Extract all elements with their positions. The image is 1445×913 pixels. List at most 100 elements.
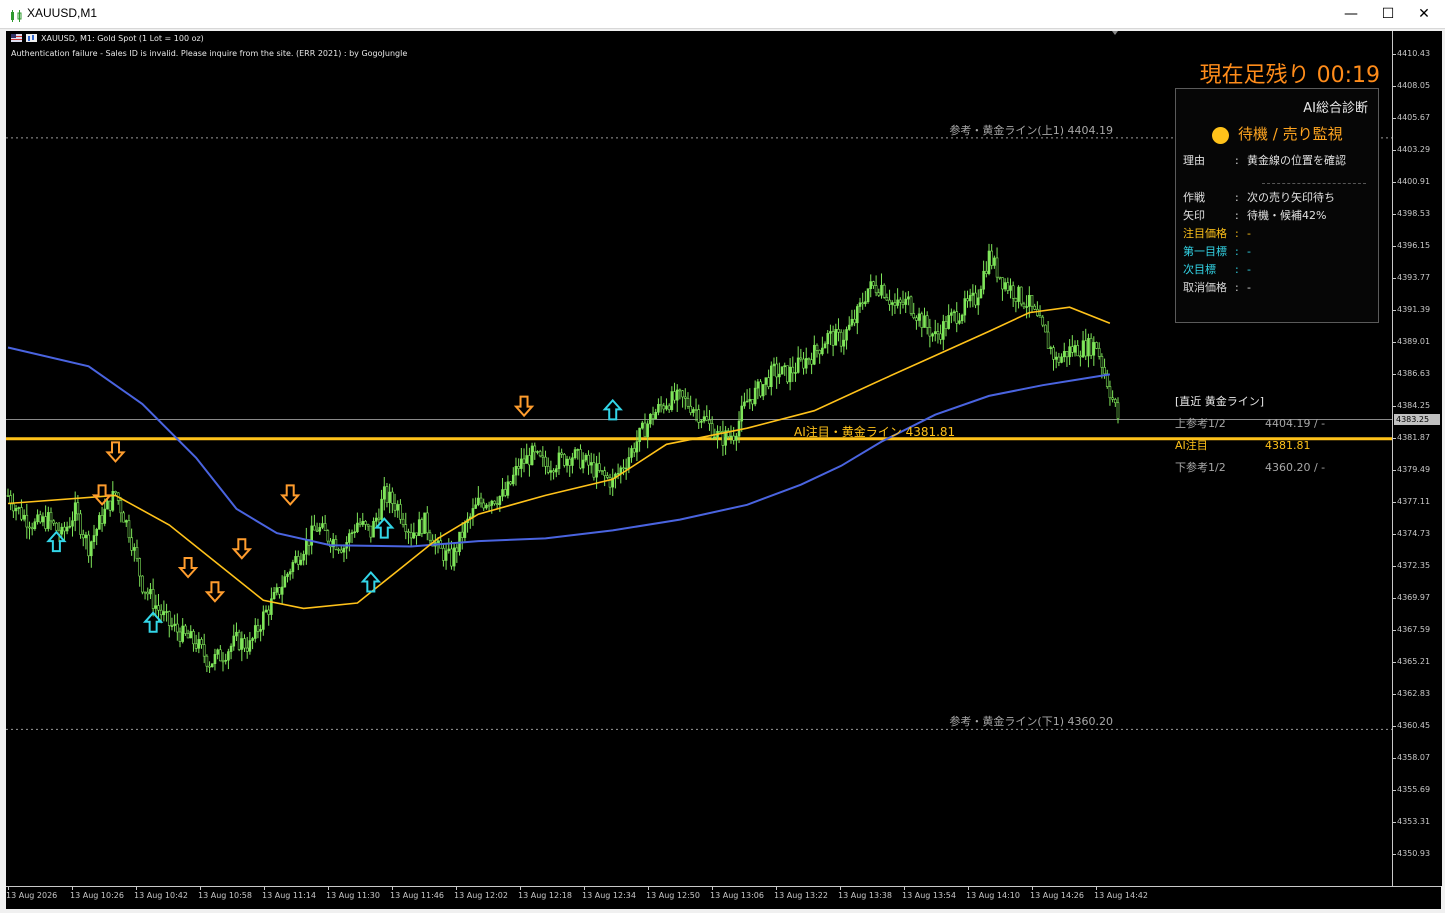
candle-body (111, 491, 115, 511)
candle-body (1071, 346, 1074, 353)
candle-body (925, 315, 929, 328)
status-dot-icon (1212, 127, 1229, 144)
time-tick (200, 887, 201, 890)
candle-body (708, 419, 711, 424)
panel-title: AI総合診断 (1303, 101, 1368, 116)
panel-row: 取消価格: - (1183, 281, 1251, 294)
candle-body (632, 448, 636, 453)
candle-body (81, 534, 85, 539)
candle-body (68, 525, 72, 528)
chart-area[interactable]: XAUUSD, M1: Gold Spot (1 Lot = 100 oz) A… (6, 31, 1392, 886)
candle-body (63, 526, 66, 532)
candle-body (286, 573, 289, 577)
candle-body (87, 534, 90, 557)
price-tick (1393, 374, 1396, 375)
recent-row: 上参考1/2 4404.19 / - (1175, 417, 1326, 430)
candle-body (501, 489, 504, 497)
time-axis[interactable]: 13 Aug 2026 13 Aug 10:26 13 Aug 10:42 13 Au… (6, 886, 1441, 909)
candle-body (356, 522, 359, 533)
candle-body (278, 587, 281, 595)
close-button[interactable]: ✕ (1406, 0, 1442, 28)
us-flag-icon (11, 34, 22, 42)
candle-body (740, 405, 744, 422)
candle-body (1036, 308, 1039, 316)
candle-body (224, 659, 227, 662)
candle-body (982, 270, 985, 290)
candle-body (654, 411, 658, 419)
candle-body (554, 468, 558, 473)
time-tick-label: 13 Aug 12:50 (646, 891, 700, 900)
minimize-button[interactable]: — (1333, 0, 1369, 28)
symbol-info: XAUUSD, M1: Gold Spot (1 Lot = 100 oz) (11, 34, 204, 43)
price-tick-label: 4374.73 (1397, 529, 1431, 538)
sell-arrow-icon (513, 395, 535, 418)
candle-body (366, 524, 370, 527)
candle-body (958, 320, 961, 324)
candle-body (608, 477, 612, 488)
candle-body (893, 302, 897, 306)
candle-body (1003, 282, 1007, 290)
candle-body (337, 549, 340, 551)
candle-body (165, 611, 168, 613)
candle-body (310, 525, 314, 546)
candle-body (52, 520, 55, 524)
candle-body (409, 532, 413, 539)
candle-body (149, 589, 152, 595)
candle-body (6, 495, 10, 497)
candle-body (197, 639, 201, 649)
price-axis[interactable]: 4410.43 4408.05 4405.67 4403.29 4400.91 4398.… (1392, 31, 1442, 886)
candle-body (1103, 367, 1106, 375)
candle-body (159, 609, 163, 616)
time-tick (648, 887, 649, 890)
candle-body (826, 333, 830, 345)
candle-body (143, 591, 147, 594)
candle-body (858, 302, 862, 307)
candle-body (1014, 298, 1018, 302)
candle-body (700, 420, 703, 423)
candle-body (243, 638, 246, 649)
candle-body (259, 629, 262, 632)
candle-body (173, 623, 176, 626)
candle-body (1033, 305, 1036, 310)
candle-body (928, 327, 932, 337)
candle-body (511, 474, 515, 485)
candle-body (374, 517, 378, 522)
candle-body (251, 638, 254, 641)
candle-body (1011, 285, 1015, 299)
price-tick-label: 4396.15 (1397, 241, 1431, 250)
candle-body (850, 318, 854, 326)
candle-body (950, 312, 953, 316)
candle-body (536, 451, 539, 453)
price-tick (1393, 438, 1396, 439)
candle-body (256, 625, 260, 632)
candle-body (606, 475, 609, 478)
candle-body (581, 459, 585, 469)
candle-body (25, 514, 29, 528)
candle-body (683, 396, 687, 399)
price-tick-label: 4362.83 (1397, 689, 1431, 698)
error-line: Authentication failure - Sales ID is inv… (11, 49, 408, 58)
candle-body (1044, 324, 1047, 333)
candle-body (369, 525, 373, 538)
candle-body (702, 416, 706, 422)
price-tick-label: 4400.91 (1397, 177, 1431, 186)
maximize-button[interactable]: ☐ (1370, 0, 1406, 28)
candle-body (450, 548, 453, 567)
panel-separator (1262, 183, 1366, 184)
candle-body (425, 512, 429, 534)
chart-shift-marker (1112, 31, 1118, 35)
candle-body (377, 517, 381, 520)
candle-body (1030, 295, 1034, 307)
price-tick (1393, 502, 1396, 503)
candle-body (38, 514, 42, 523)
candle-body (815, 344, 819, 351)
candle-body (872, 281, 875, 286)
candle-body (294, 556, 297, 563)
candle-body (463, 522, 467, 538)
candle-body (960, 314, 964, 322)
candle-body (995, 257, 999, 278)
candle-body (495, 503, 499, 505)
candle-body (490, 500, 494, 506)
candle-body (92, 535, 96, 542)
candle-body (772, 363, 776, 367)
